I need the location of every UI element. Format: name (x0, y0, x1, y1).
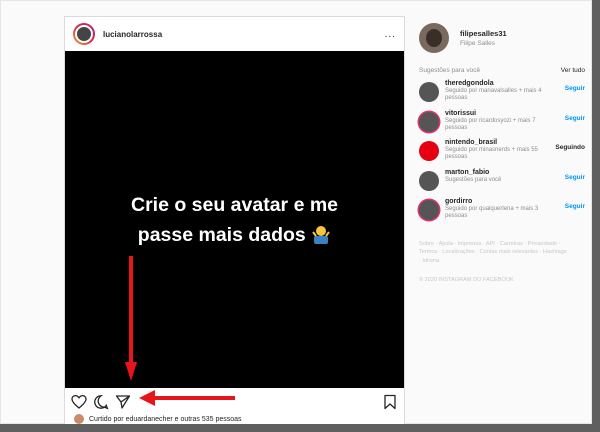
suggestion-subtitle: Seguido por qualquerlena + mais 3 pessoa… (445, 206, 539, 219)
annotation-arrow-left (139, 390, 235, 406)
liker-avatar[interactable] (74, 414, 84, 424)
post-media[interactable]: Crie o seu avatar e me passe mais dados (65, 51, 404, 388)
more-icon[interactable]: ... (385, 29, 396, 40)
likes-summary: Curtido por eduardanecher e outras 535 p… (74, 414, 242, 424)
profile-full-name: Filipe Salles (460, 40, 496, 47)
post-media-text: Crie o seu avatar e me passe mais dados (131, 190, 338, 250)
suggestion-avatar[interactable] (419, 200, 439, 220)
suggestion-avatar[interactable] (419, 170, 439, 191)
comment-icon[interactable] (93, 394, 109, 410)
suggestion-username[interactable]: nintendo_brasil (445, 139, 553, 146)
frame-border-bottom (0, 424, 600, 432)
current-profile: filipesalles31 Filipe Salles (419, 19, 585, 57)
post-header: lucianolarrossa ... (65, 17, 404, 51)
post-card: lucianolarrossa ... Crie o seu avatar e … (64, 16, 405, 425)
media-line-1: Crie o seu avatar e me (130, 193, 339, 216)
suggestion-username[interactable]: gordirro (445, 198, 553, 205)
footer-links[interactable]: Sobre · Ajuda · Imprensa · API · Carreir… (419, 240, 569, 266)
follow-button[interactable]: Seguir (565, 203, 585, 210)
copyright: © 2020 INSTAGRAM DO FACEBOOK (419, 277, 514, 283)
media-line-2: passe mais dados (137, 223, 306, 246)
post-author-username[interactable]: lucianolarrossa (103, 30, 162, 39)
suggestion-avatar[interactable] (419, 141, 439, 161)
sidebar: filipesalles31 Filipe Salles Sugestões p… (419, 19, 585, 283)
suggestion-item: gordirro Seguido por qualquerlena + mais… (419, 198, 585, 228)
bookmark-icon[interactable] (382, 394, 398, 410)
following-button[interactable]: Seguindo (555, 144, 585, 151)
profile-username[interactable]: filipesalles31 (460, 29, 507, 38)
suggestion-username[interactable]: vitorissui (445, 110, 553, 117)
suggestions-header: Sugestões para você Ver tudo (419, 67, 585, 74)
suggestion-item: marton_fabio Sugestões para você Seguir (419, 169, 585, 199)
annotation-arrow-down (125, 256, 137, 381)
likes-text[interactable]: Curtido por eduardanecher e outras 535 p… (89, 416, 242, 423)
screenshot-frame: lucianolarrossa ... Crie o seu avatar e … (0, 0, 600, 432)
suggestions-title: Sugestões para você (419, 67, 481, 74)
profile-avatar[interactable] (419, 23, 449, 53)
suggestion-username[interactable]: theredgondola (445, 80, 553, 87)
suggestion-username[interactable]: marton_fabio (445, 169, 553, 176)
suggestion-item: vitorissui Seguido por ricardosyozi + ma… (419, 110, 585, 140)
suggestion-subtitle: Seguido por ricardosyozi + mais 7 pessoa… (445, 117, 536, 131)
heart-icon[interactable] (71, 394, 87, 410)
post-author-avatar[interactable] (73, 23, 95, 45)
suggestion-subtitle: Sugestões para você (445, 176, 502, 183)
instagram-feed: lucianolarrossa ... Crie o seu avatar e … (0, 0, 592, 425)
suggestion-item: theredgondola Seguido por mariavalsalles… (419, 80, 585, 110)
suggestion-avatar[interactable] (419, 82, 439, 102)
follow-button[interactable]: Seguir (565, 115, 585, 122)
follow-button[interactable]: Seguir (565, 85, 585, 92)
shrug-emoji (312, 225, 331, 244)
frame-border-right (592, 0, 600, 432)
suggestion-subtitle: Seguido por minasnerds + mais 55 pessoas (445, 147, 538, 160)
follow-button[interactable]: Seguir (565, 174, 585, 181)
suggestions-list: theredgondola Seguido por mariavalsalles… (419, 80, 585, 228)
see-all-link[interactable]: Ver tudo (561, 67, 585, 74)
share-icon[interactable] (115, 394, 131, 410)
suggestion-subtitle: Seguido por mariavalsalles + mais 4 pess… (445, 88, 542, 101)
suggestion-item: nintendo_brasil Seguido por minasnerds +… (419, 139, 585, 169)
suggestion-avatar[interactable] (419, 111, 439, 132)
